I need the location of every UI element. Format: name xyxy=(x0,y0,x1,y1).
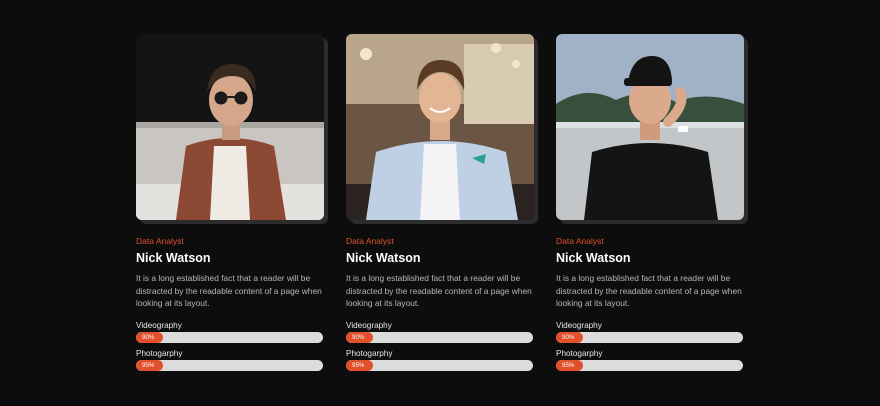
member-photo xyxy=(136,34,324,220)
team-cards: Data Analyst Nick Watson It is a long es… xyxy=(136,34,744,371)
skill-label: Videography xyxy=(346,320,392,330)
skill-label: Photogarphy xyxy=(136,348,183,358)
member-name: Nick Watson xyxy=(346,251,421,265)
skill-percent: 90% xyxy=(352,333,365,341)
skill-label: Photogarphy xyxy=(556,348,603,358)
skill-progress-bar: 95% xyxy=(136,359,323,371)
skill-progress-bar: 90% xyxy=(556,331,743,343)
member-role: Data Analyst xyxy=(346,236,394,246)
skill-progress-bar: 95% xyxy=(346,359,533,371)
skill-progress-fill: 90% xyxy=(136,331,163,343)
skill-percent: 95% xyxy=(562,361,575,369)
member-name: Nick Watson xyxy=(556,251,631,265)
skill-percent: 90% xyxy=(142,333,155,341)
member-name: Nick Watson xyxy=(136,251,211,265)
skill-label: Photogarphy xyxy=(346,348,393,358)
skill-videography: Videography 90% xyxy=(136,321,324,343)
skill-label: Videography xyxy=(136,320,182,330)
member-description: It is a long established fact that a rea… xyxy=(556,273,742,309)
skill-videography: Videography 90% xyxy=(346,321,534,343)
skill-percent: 90% xyxy=(562,333,575,341)
skill-progress-fill: 95% xyxy=(556,359,583,371)
skill-progress-bar: 90% xyxy=(346,331,533,343)
member-description: It is a long established fact that a rea… xyxy=(136,273,322,309)
member-role: Data Analyst xyxy=(136,236,184,246)
member-role: Data Analyst xyxy=(556,236,604,246)
skill-percent: 95% xyxy=(352,361,365,369)
skill-progress-fill: 90% xyxy=(556,331,583,343)
skill-progress-fill: 90% xyxy=(346,331,373,343)
member-photo xyxy=(346,34,534,220)
skill-progress-fill: 95% xyxy=(346,359,373,371)
team-card: Data Analyst Nick Watson It is a long es… xyxy=(346,34,534,371)
team-card: Data Analyst Nick Watson It is a long es… xyxy=(556,34,744,371)
member-description: It is a long established fact that a rea… xyxy=(346,273,532,309)
skill-videography: Videography 90% xyxy=(556,321,744,343)
skill-progress-fill: 95% xyxy=(136,359,163,371)
member-photo xyxy=(556,34,744,220)
skill-photography: Photogarphy 95% xyxy=(346,349,534,371)
skill-photography: Photogarphy 95% xyxy=(556,349,744,371)
skill-photography: Photogarphy 95% xyxy=(136,349,324,371)
skill-percent: 95% xyxy=(142,361,155,369)
skill-progress-bar: 90% xyxy=(136,331,323,343)
skill-label: Videography xyxy=(556,320,602,330)
skill-progress-bar: 95% xyxy=(556,359,743,371)
team-card: Data Analyst Nick Watson It is a long es… xyxy=(136,34,324,371)
